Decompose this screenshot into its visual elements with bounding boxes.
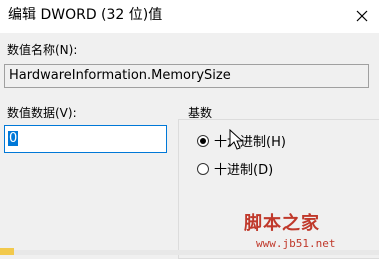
folder-icon bbox=[0, 248, 14, 255]
title-bar: 编辑 DWORD (32 位)值 bbox=[0, 0, 379, 33]
bottom-strip bbox=[0, 250, 379, 255]
close-button[interactable] bbox=[351, 5, 373, 27]
dialog-body: 数值名称(N): HardwareInformation.MemorySize … bbox=[0, 33, 379, 259]
value-data-text: 0 bbox=[8, 131, 19, 146]
value-name-field: HardwareInformation.MemorySize bbox=[4, 64, 369, 88]
mouse-cursor-icon bbox=[229, 129, 243, 150]
dialog-title: 编辑 DWORD (32 位)值 bbox=[8, 7, 163, 23]
radio-dec-button[interactable] bbox=[197, 162, 209, 175]
value-data-input[interactable]: 0 bbox=[4, 125, 167, 153]
radio-hex-dot bbox=[200, 137, 206, 144]
watermark-text: 脚本之家 bbox=[244, 213, 320, 234]
radio-decimal[interactable]: 十进制(D) bbox=[197, 159, 273, 178]
radio-dec-label: 十进制(D) bbox=[214, 163, 274, 178]
value-name-label: 数值名称(N): bbox=[7, 43, 78, 57]
radio-hex-button[interactable] bbox=[197, 134, 209, 147]
watermark-url: www.jb51.net bbox=[256, 237, 336, 250]
close-icon bbox=[356, 10, 368, 22]
radio-hex-label: 十六进制(H) bbox=[214, 135, 286, 150]
value-data-label: 数值数据(V): bbox=[7, 106, 77, 120]
